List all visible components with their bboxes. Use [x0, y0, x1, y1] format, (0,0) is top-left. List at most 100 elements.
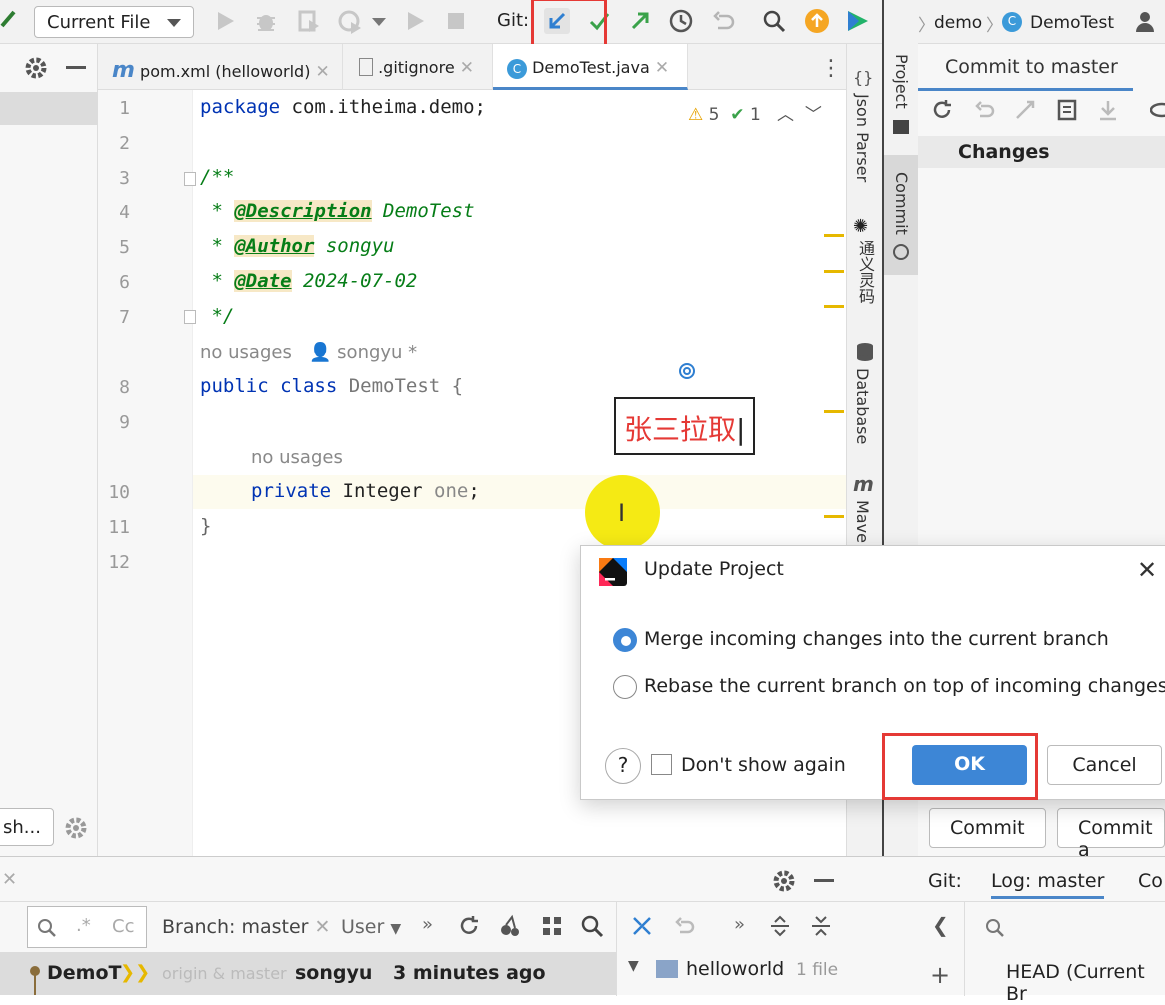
cursor-highlight: I	[585, 475, 660, 550]
project-side-tab[interactable]: Project	[892, 54, 911, 109]
chevron-down-icon[interactable]: ▼	[628, 958, 639, 974]
undo-icon[interactable]	[673, 914, 697, 938]
back-icon[interactable]: ❮	[932, 913, 949, 937]
head-branch-item[interactable]: HEAD (Current Br	[1006, 961, 1165, 1005]
run-icon[interactable]	[212, 8, 238, 34]
merge-radio[interactable]	[613, 628, 637, 652]
dont-show-label[interactable]: Don't show again	[681, 754, 846, 776]
search-icon[interactable]	[761, 8, 787, 34]
hammer-icon[interactable]	[0, 6, 20, 34]
log-search-input[interactable]: .* Cc	[27, 906, 147, 948]
update-project-dialog: Update Project ✕ Merge incoming changes …	[580, 545, 1165, 800]
add-icon[interactable]: +	[930, 961, 950, 989]
graph-options-icon[interactable]	[540, 914, 564, 938]
match-case-icon[interactable]: Cc	[112, 916, 134, 937]
minimize-icon[interactable]	[814, 879, 834, 882]
search-icon[interactable]	[984, 917, 1006, 939]
folder-icon	[656, 960, 678, 978]
profiler-icon[interactable]	[337, 8, 363, 34]
tree-root[interactable]: helloworld	[686, 958, 784, 980]
close-icon[interactable]: ✕	[316, 62, 330, 82]
user-icon[interactable]	[1134, 10, 1156, 34]
changes-header[interactable]: Changes	[918, 136, 1165, 168]
git-label: Git:	[497, 10, 530, 31]
more-run-chevron-icon[interactable]	[372, 18, 386, 26]
code-line: /**	[200, 166, 235, 188]
rebase-radio[interactable]	[613, 675, 637, 699]
eye-icon[interactable]	[1150, 102, 1165, 118]
commit-button[interactable]: Commit	[929, 808, 1046, 848]
more-icon[interactable]: »	[422, 914, 433, 935]
stop-icon[interactable]	[443, 8, 469, 34]
warning-marker[interactable]	[824, 515, 844, 518]
usages-hint[interactable]: no usages	[251, 447, 343, 468]
gear-icon[interactable]	[24, 56, 48, 80]
dont-show-checkbox[interactable]	[651, 754, 672, 775]
annotation-text-box: 张三拉取|	[614, 397, 755, 455]
merge-icon[interactable]	[630, 914, 654, 938]
rollback-icon[interactable]	[973, 98, 997, 122]
user-filter[interactable]: User ▼	[341, 916, 401, 938]
tab-demotest-java[interactable]: C DemoTest.java ✕	[493, 44, 688, 90]
cancel-button[interactable]: Cancel	[1047, 745, 1162, 785]
warning-marker[interactable]	[824, 234, 844, 237]
debug-icon[interactable]	[253, 8, 279, 34]
tab-gitignore[interactable]: .gitignore ✕	[343, 44, 493, 90]
tongyi-tab[interactable]: 通义灵码	[853, 240, 877, 304]
table-row[interactable]: DemoT ❯❯ origin & master songyu 3 minute…	[0, 952, 616, 995]
refresh-icon[interactable]	[930, 98, 954, 122]
warning-marker[interactable]	[824, 305, 844, 308]
commit-and-push-button[interactable]: Commit a	[1057, 808, 1165, 861]
plugin-logo-icon[interactable]	[845, 8, 871, 34]
minimize-icon[interactable]	[66, 66, 86, 69]
diff-icon[interactable]	[1013, 98, 1037, 122]
gear-icon[interactable]	[772, 869, 796, 893]
git-push-icon[interactable]	[627, 8, 653, 34]
close-icon[interactable]: ✕	[1137, 556, 1157, 584]
refresh-icon[interactable]	[457, 914, 481, 938]
inspection-widget[interactable]: ⚠ 5 ✔ 1 ︿ ﹀	[688, 100, 822, 125]
close-icon[interactable]: ✕	[460, 58, 474, 78]
tab-log-master[interactable]: Log: master	[991, 870, 1105, 899]
json-parser-tab[interactable]: Json Parser	[853, 94, 872, 182]
settings-gear-icon[interactable]	[64, 816, 88, 840]
run-configuration-select[interactable]: Current File	[34, 6, 194, 38]
more-icon[interactable]: »	[734, 914, 745, 935]
rollback-icon[interactable]	[710, 8, 736, 34]
collapse-all-icon[interactable]	[809, 914, 833, 938]
tab-pom-xml[interactable]: m pom.xml (helloworld) ✕	[98, 44, 343, 90]
coverage-icon[interactable]	[295, 8, 321, 34]
chevron-down-icon[interactable]: ﹀	[805, 105, 822, 125]
fold-icon[interactable]	[184, 310, 196, 324]
branch-filter[interactable]: Branch: master ✕	[162, 916, 330, 938]
commit-panel-title[interactable]: Commit to master	[945, 56, 1118, 78]
expand-all-icon[interactable]	[768, 914, 792, 938]
breadcrumb-item[interactable]: DemoTest	[1030, 13, 1114, 33]
merge-option-label[interactable]: Merge incoming changes into the current …	[644, 628, 1109, 650]
close-icon[interactable]: ✕	[2, 869, 17, 890]
close-icon[interactable]: ✕	[655, 58, 669, 78]
rebase-option-label[interactable]: Rebase the current branch on top of inco…	[644, 675, 1165, 697]
tab-console[interactable]: Co	[1138, 870, 1163, 892]
refresh-button[interactable]: sh...	[0, 808, 54, 846]
chevron-up-icon[interactable]: ︿	[777, 105, 794, 125]
commit-side-tab[interactable]: Commit	[892, 172, 911, 235]
usages-hint[interactable]: no usages 👤 songyu *	[200, 342, 417, 363]
cherry-pick-icon[interactable]	[498, 914, 522, 938]
project-selected-row[interactable]	[0, 92, 98, 125]
fold-icon[interactable]	[184, 172, 196, 186]
attach-icon[interactable]	[402, 8, 428, 34]
warning-marker[interactable]	[824, 270, 844, 273]
maven-tab[interactable]: Mave	[853, 500, 872, 543]
breadcrumb-item[interactable]: demo	[934, 13, 982, 33]
regex-icon[interactable]: .*	[76, 915, 91, 936]
shelve-icon[interactable]	[1055, 98, 1079, 122]
download-icon[interactable]	[1096, 98, 1120, 122]
database-tab[interactable]: Database	[853, 368, 872, 444]
search-icon[interactable]	[580, 914, 604, 938]
help-button[interactable]: ?	[605, 748, 641, 784]
more-tabs-icon[interactable]: ⋮	[820, 56, 842, 81]
update-available-icon[interactable]	[804, 8, 830, 34]
history-icon[interactable]	[668, 8, 694, 34]
warning-marker[interactable]	[824, 410, 844, 413]
